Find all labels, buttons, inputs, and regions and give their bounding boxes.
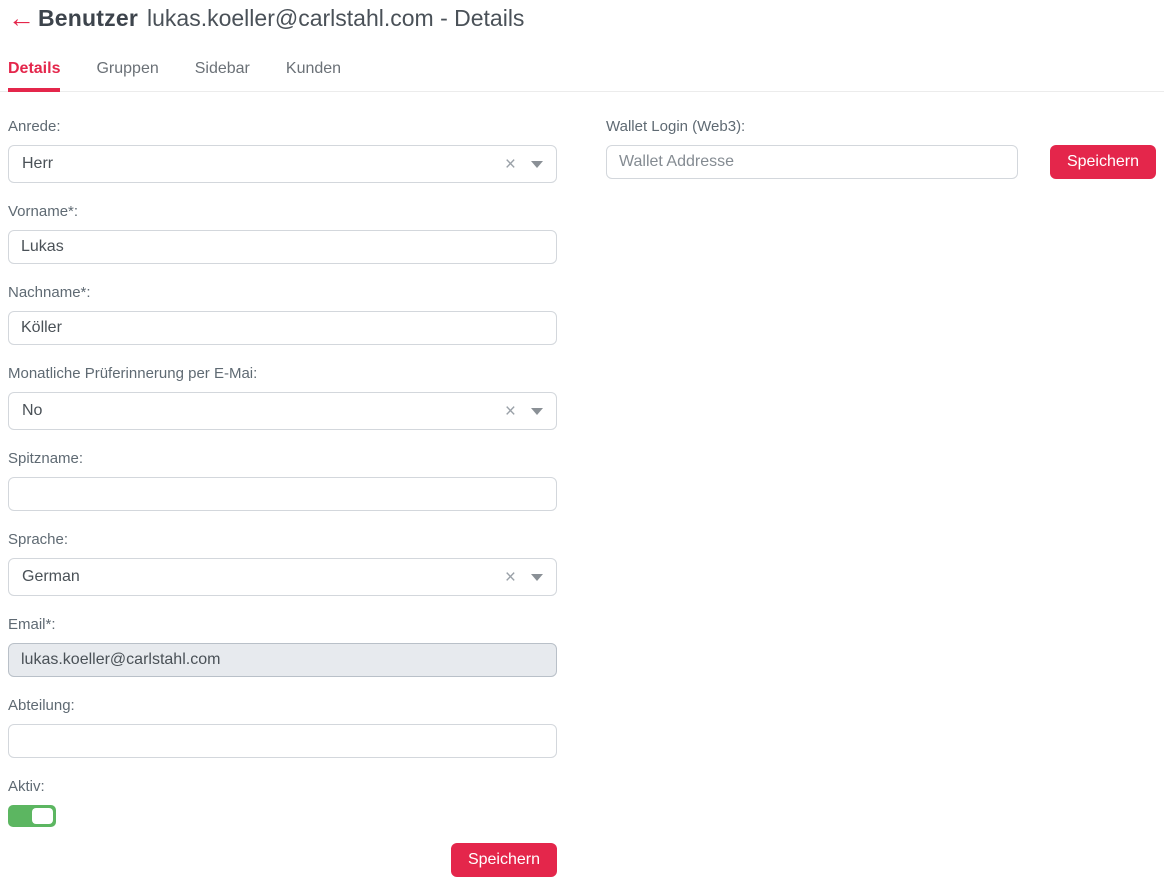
clear-icon[interactable]: × xyxy=(505,568,516,587)
wallet-section: Wallet Login (Web3): Speichern xyxy=(606,118,1156,179)
field-vorname: Vorname*: xyxy=(8,203,557,264)
email-label: Email*: xyxy=(8,616,557,633)
page-title: Benutzer xyxy=(38,5,138,32)
field-pruferinnerung: Monatliche Prüferinnerung per E-Mai: No … xyxy=(8,365,557,430)
clear-icon[interactable]: × xyxy=(505,155,516,174)
field-anrede: Anrede: Herr × xyxy=(8,118,557,183)
aktiv-toggle[interactable] xyxy=(8,805,56,827)
nachname-input[interactable] xyxy=(8,311,557,345)
field-aktiv: Aktiv: xyxy=(8,778,557,827)
caret-down-icon[interactable] xyxy=(531,574,543,581)
sprache-select[interactable]: German × xyxy=(8,558,557,596)
sprache-selected-value: German xyxy=(22,568,505,586)
aktiv-label: Aktiv: xyxy=(8,778,557,795)
anrede-label: Anrede: xyxy=(8,118,557,135)
details-content: Anrede: Herr × Vorname*: Nachname*: Mona… xyxy=(0,118,1164,877)
email-input xyxy=(8,643,557,677)
pruferinnerung-select[interactable]: No × xyxy=(8,392,557,430)
back-arrow-icon[interactable]: ← xyxy=(8,5,35,32)
anrede-select[interactable]: Herr × xyxy=(8,145,557,183)
wallet-label: Wallet Login (Web3): xyxy=(606,118,1156,135)
wallet-address-input[interactable] xyxy=(606,145,1018,179)
spitzname-input[interactable] xyxy=(8,477,557,511)
field-abteilung: Abteilung: xyxy=(8,697,557,758)
page-header: ← Benutzer lukas.koeller@carlstahl.com -… xyxy=(0,0,1164,32)
form-actions: Speichern xyxy=(8,843,557,877)
page-subtitle: lukas.koeller@carlstahl.com - Details xyxy=(147,5,524,32)
field-sprache: Sprache: German × xyxy=(8,531,557,596)
field-nachname: Nachname*: xyxy=(8,284,557,345)
spitzname-label: Spitzname: xyxy=(8,450,557,467)
caret-down-icon[interactable] xyxy=(531,408,543,415)
sprache-label: Sprache: xyxy=(8,531,557,548)
abteilung-label: Abteilung: xyxy=(8,697,557,714)
wallet-row: Speichern xyxy=(606,145,1156,179)
user-details-form: Anrede: Herr × Vorname*: Nachname*: Mona… xyxy=(8,118,557,877)
save-button[interactable]: Speichern xyxy=(451,843,557,877)
tab-sidebar[interactable]: Sidebar xyxy=(195,54,250,92)
field-email: Email*: xyxy=(8,616,557,677)
abteilung-input[interactable] xyxy=(8,724,557,758)
vorname-label: Vorname*: xyxy=(8,203,557,220)
toggle-knob xyxy=(32,808,53,824)
nachname-label: Nachname*: xyxy=(8,284,557,301)
clear-icon[interactable]: × xyxy=(505,402,516,421)
pruferinnerung-label: Monatliche Prüferinnerung per E-Mai: xyxy=(8,365,557,382)
tab-kunden[interactable]: Kunden xyxy=(286,54,341,92)
tab-gruppen[interactable]: Gruppen xyxy=(96,54,158,92)
tab-bar: Details Gruppen Sidebar Kunden xyxy=(0,54,1164,92)
wallet-save-button[interactable]: Speichern xyxy=(1050,145,1156,179)
pruferinnerung-selected-value: No xyxy=(22,402,505,420)
field-spitzname: Spitzname: xyxy=(8,450,557,511)
anrede-selected-value: Herr xyxy=(22,155,505,173)
caret-down-icon[interactable] xyxy=(531,161,543,168)
vorname-input[interactable] xyxy=(8,230,557,264)
tab-details[interactable]: Details xyxy=(8,54,60,92)
